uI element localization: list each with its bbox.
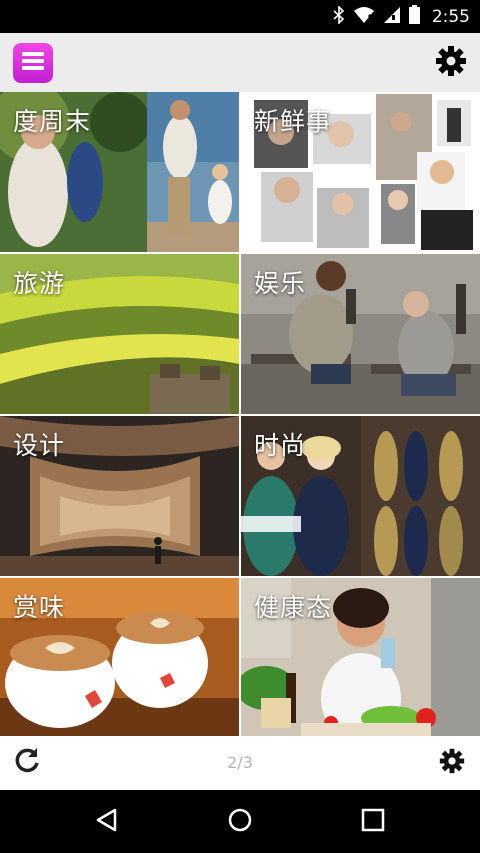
bottom-bar: 2/3 xyxy=(0,736,480,790)
tile-health-label: 健康态 xyxy=(254,593,333,622)
tile-design[interactable]: 设计 xyxy=(0,416,239,576)
tile-news-label: 新鲜事 xyxy=(254,107,333,136)
tile-design-label: 设计 xyxy=(13,431,66,460)
battery-icon xyxy=(408,5,420,28)
system-nav-bar xyxy=(0,790,480,853)
tile-entertainment-label: 娱乐 xyxy=(254,269,307,298)
tile-entertainment[interactable]: 娱乐 xyxy=(241,254,480,414)
menu-icon xyxy=(22,52,44,74)
tile-taste-label: 赏味 xyxy=(13,593,66,622)
tile-travel[interactable]: 旅游 xyxy=(0,254,239,414)
recents-icon xyxy=(361,808,385,836)
back-icon xyxy=(94,807,120,837)
gear-icon xyxy=(439,748,465,778)
status-time: 2:55 xyxy=(431,6,470,27)
bluetooth-icon xyxy=(333,4,345,28)
app-bar xyxy=(0,33,480,92)
status-icons: 2:55 xyxy=(333,0,470,33)
cell-signal-icon xyxy=(383,6,401,28)
tile-travel-label: 旅游 xyxy=(13,269,66,298)
home-button[interactable] xyxy=(224,806,256,838)
recents-button[interactable] xyxy=(357,806,389,838)
page-indicator: 2/3 xyxy=(227,753,253,772)
tile-weekend-label: 度周末 xyxy=(13,107,92,136)
wifi-icon xyxy=(353,6,375,28)
tile-fashion-label: 时尚 xyxy=(254,431,307,460)
tile-taste[interactable]: 赏味 xyxy=(0,578,239,736)
back-button[interactable] xyxy=(91,806,123,838)
tile-health[interactable]: 健康态 xyxy=(241,578,480,736)
tile-fashion[interactable]: 时尚 xyxy=(241,416,480,576)
status-bar: 2:55 xyxy=(0,0,480,33)
menu-button[interactable] xyxy=(13,43,53,83)
tile-news[interactable]: 新鲜事 xyxy=(241,92,480,252)
category-grid: 度周末 新鲜事 旅游 娱乐 设计 时尚 赏味 健康态 xyxy=(0,92,480,736)
bottom-settings-button[interactable] xyxy=(437,748,467,778)
gear-icon xyxy=(435,45,467,81)
tile-weekend[interactable]: 度周末 xyxy=(0,92,239,252)
home-icon xyxy=(227,807,253,837)
settings-button[interactable] xyxy=(434,46,468,80)
